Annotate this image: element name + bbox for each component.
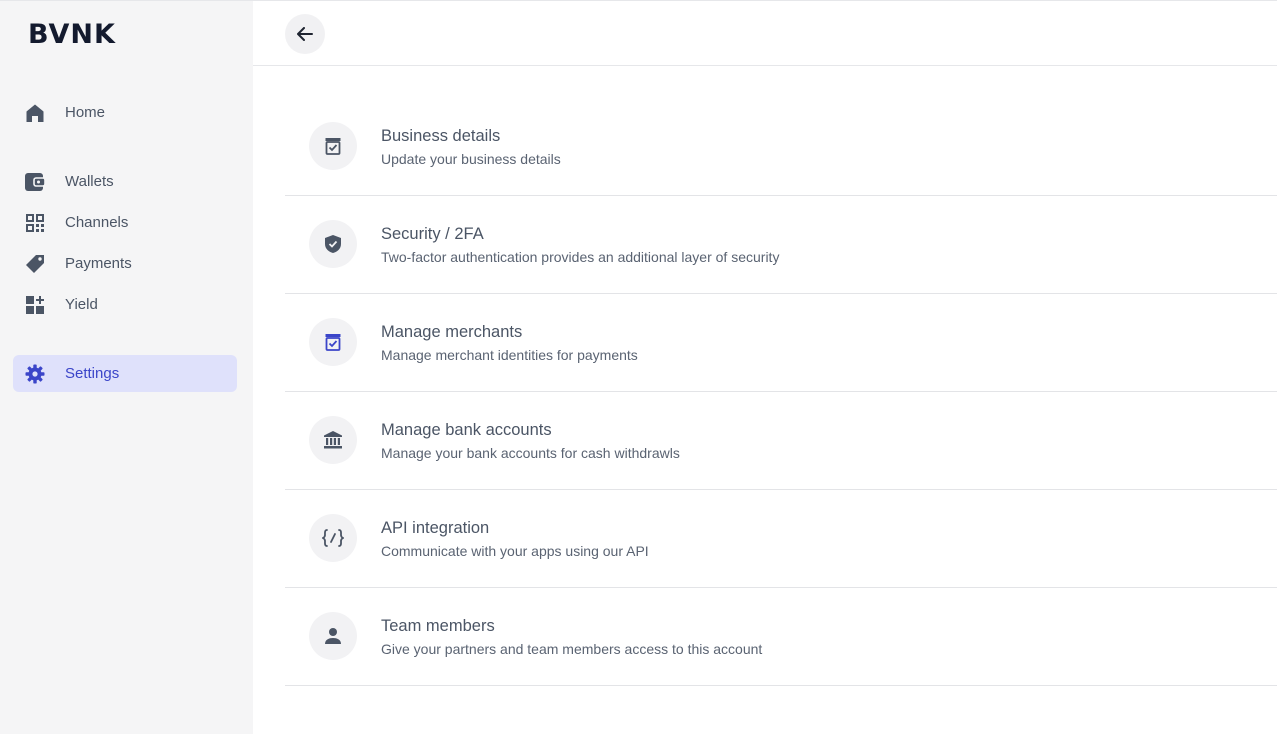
top-bar bbox=[253, 0, 1277, 66]
settings-item-team-members[interactable]: Team members Give your partners and team… bbox=[285, 588, 1277, 686]
sidebar-item-home[interactable]: Home bbox=[13, 94, 237, 131]
gear-icon bbox=[24, 363, 46, 385]
code-braces-icon bbox=[309, 514, 357, 562]
settings-item-description: Give your partners and team members acce… bbox=[381, 641, 763, 657]
brand-logo[interactable]: BVNK bbox=[28, 19, 116, 50]
sidebar-item-settings[interactable]: Settings bbox=[13, 355, 237, 392]
back-button[interactable] bbox=[285, 14, 325, 54]
sidebar: BVNK Home Wallets Channels Payments Yiel… bbox=[0, 0, 253, 734]
settings-item-description: Communicate with your apps using our API bbox=[381, 543, 649, 559]
settings-item-title: Manage bank accounts bbox=[381, 421, 552, 439]
settings-item-business-details[interactable]: Business details Update your business de… bbox=[285, 98, 1277, 196]
settings-item-title: Team members bbox=[381, 617, 495, 635]
sidebar-item-label: Settings bbox=[65, 365, 120, 382]
tag-icon bbox=[24, 253, 46, 275]
settings-item-manage-bank-accounts[interactable]: Manage bank accounts Manage your bank ac… bbox=[285, 392, 1277, 490]
bank-icon bbox=[309, 416, 357, 464]
settings-item-security-2fa[interactable]: Security / 2FA Two-factor authentication… bbox=[285, 196, 1277, 294]
settings-item-description: Manage your bank accounts for cash withd… bbox=[381, 445, 680, 461]
sidebar-item-label: Payments bbox=[65, 255, 132, 272]
settings-item-api-integration[interactable]: API integration Communicate with your ap… bbox=[285, 490, 1277, 588]
settings-item-title: API integration bbox=[381, 519, 490, 537]
sidebar-item-yield[interactable]: Yield bbox=[13, 286, 237, 323]
store-icon bbox=[309, 122, 357, 170]
sidebar-item-label: Channels bbox=[65, 214, 129, 231]
sidebar-item-label: Home bbox=[65, 104, 106, 121]
settings-item-title: Security / 2FA bbox=[381, 225, 484, 243]
sidebar-item-label: Yield bbox=[65, 296, 98, 313]
qr-code-icon bbox=[24, 212, 46, 234]
sidebar-item-payments[interactable]: Payments bbox=[13, 245, 237, 282]
settings-item-title: Manage merchants bbox=[381, 323, 523, 341]
home-icon bbox=[24, 102, 46, 124]
settings-item-manage-merchants[interactable]: Manage merchants Manage merchant identit… bbox=[285, 294, 1277, 392]
settings-item-description: Two-factor authentication provides an ad… bbox=[381, 249, 780, 265]
wallet-icon bbox=[24, 171, 46, 193]
sidebar-item-channels[interactable]: Channels bbox=[13, 204, 237, 241]
store-icon bbox=[309, 318, 357, 366]
settings-item-title: Business details bbox=[381, 127, 501, 145]
sidebar-item-wallets[interactable]: Wallets bbox=[13, 163, 237, 200]
settings-item-description: Manage merchant identities for payments bbox=[381, 347, 638, 363]
person-icon bbox=[309, 612, 357, 660]
shield-check-icon bbox=[309, 220, 357, 268]
dashboard-add-icon bbox=[24, 294, 46, 316]
settings-item-description: Update your business details bbox=[381, 151, 561, 167]
settings-list: Business details Update your business de… bbox=[285, 98, 1277, 686]
arrow-left-icon bbox=[297, 27, 313, 41]
sidebar-item-label: Wallets bbox=[65, 173, 114, 190]
